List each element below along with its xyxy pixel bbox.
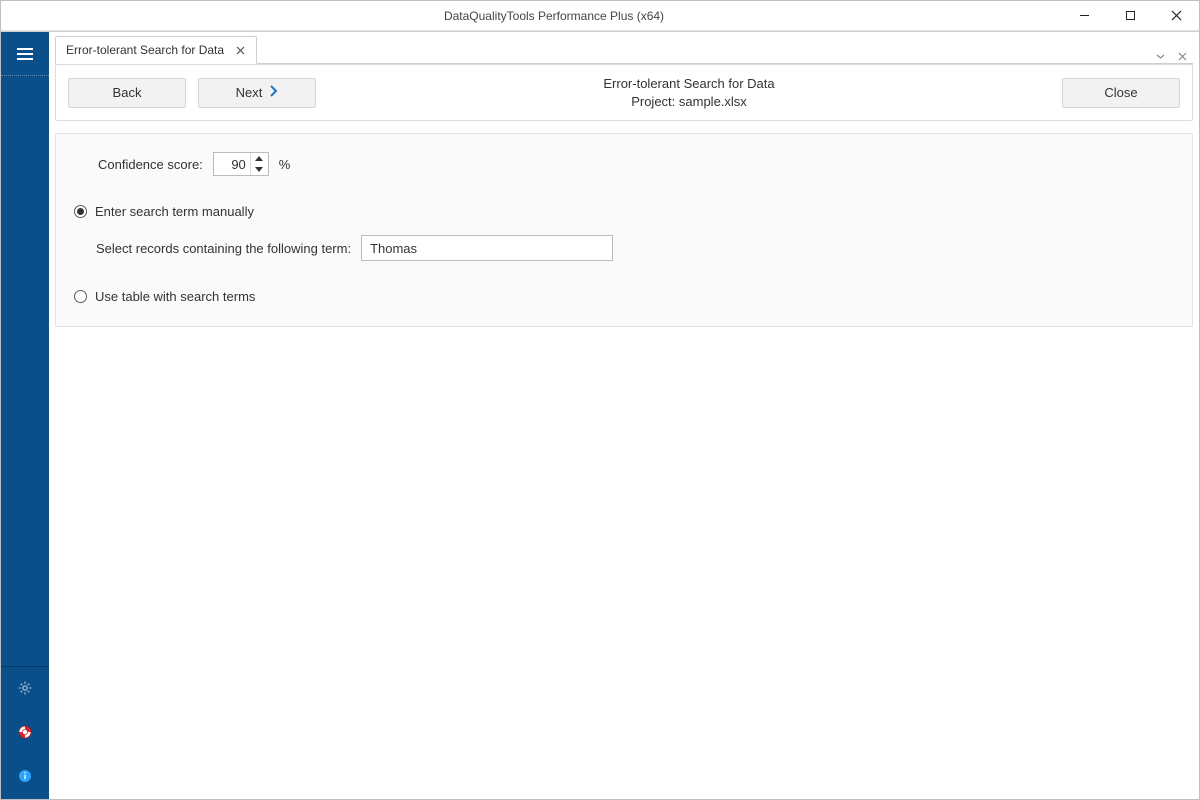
radio-table-label: Use table with search terms [95,289,255,304]
app-window: DataQualityTools Performance Plus (x64) [0,0,1200,800]
radio-manual[interactable] [74,205,87,218]
settings-button[interactable] [1,667,49,711]
next-label: Next [236,85,263,100]
caret-down-icon [255,167,263,172]
select-records-label: Select records containing the following … [96,241,351,256]
minimize-button[interactable] [1061,1,1107,31]
wizard-title-block: Error-tolerant Search for Data Project: … [328,75,1050,110]
window-close-button[interactable] [1153,1,1199,31]
info-button[interactable] [1,755,49,799]
hamburger-menu-button[interactable] [1,32,49,76]
wizard-project: Project: sample.xlsx [328,93,1050,111]
back-label: Back [113,85,142,100]
search-term-input[interactable] [361,235,613,261]
title-bar: DataQualityTools Performance Plus (x64) [1,1,1199,31]
next-button[interactable]: Next [198,78,316,108]
search-mode-group: Enter search term manually Select record… [74,204,1174,304]
radio-table-row[interactable]: Use table with search terms [74,289,1174,304]
settings-panel: Confidence score: % Enter search term ma… [55,133,1193,327]
caret-up-icon [255,156,263,161]
tab-title: Error-tolerant Search for Data [66,43,224,57]
window-title: DataQualityTools Performance Plus (x64) [47,9,1061,23]
confidence-row: Confidence score: % [74,152,1174,176]
info-icon [17,768,33,787]
tab-close-all-button[interactable] [1175,50,1189,64]
help-button[interactable] [1,711,49,755]
lifebuoy-icon [17,724,33,743]
maximize-button[interactable] [1107,1,1153,31]
confidence-step-down[interactable] [251,164,268,175]
wizard-header: Back Next Error-tolerant Search for Data… [55,64,1193,121]
app-body: Error-tolerant Search for Data [1,31,1199,799]
tab-options-button[interactable] [1153,50,1167,64]
back-button[interactable]: Back [68,78,186,108]
percent-label: % [279,157,291,172]
chevron-right-icon [268,85,278,100]
window-controls [1061,1,1199,31]
radio-manual-row[interactable]: Enter search term manually [74,204,1174,219]
close-button[interactable]: Close [1062,78,1180,108]
close-icon [1178,50,1187,64]
radio-manual-label: Enter search term manually [95,204,254,219]
sidebar [1,32,49,799]
tab-close-button[interactable] [234,44,246,56]
wizard-title: Error-tolerant Search for Data [328,75,1050,93]
main-area: Error-tolerant Search for Data [49,32,1199,799]
tab-strip: Error-tolerant Search for Data [55,36,1193,64]
radio-table[interactable] [74,290,87,303]
confidence-input[interactable] [214,153,250,175]
close-label: Close [1104,85,1137,100]
confidence-step-up[interactable] [251,153,268,164]
chevron-down-icon [1156,50,1165,64]
tab-search-for-data[interactable]: Error-tolerant Search for Data [55,36,257,64]
confidence-spinner[interactable] [213,152,269,176]
gear-icon [17,680,33,699]
confidence-label: Confidence score: [98,157,203,172]
search-term-row: Select records containing the following … [96,235,1174,261]
